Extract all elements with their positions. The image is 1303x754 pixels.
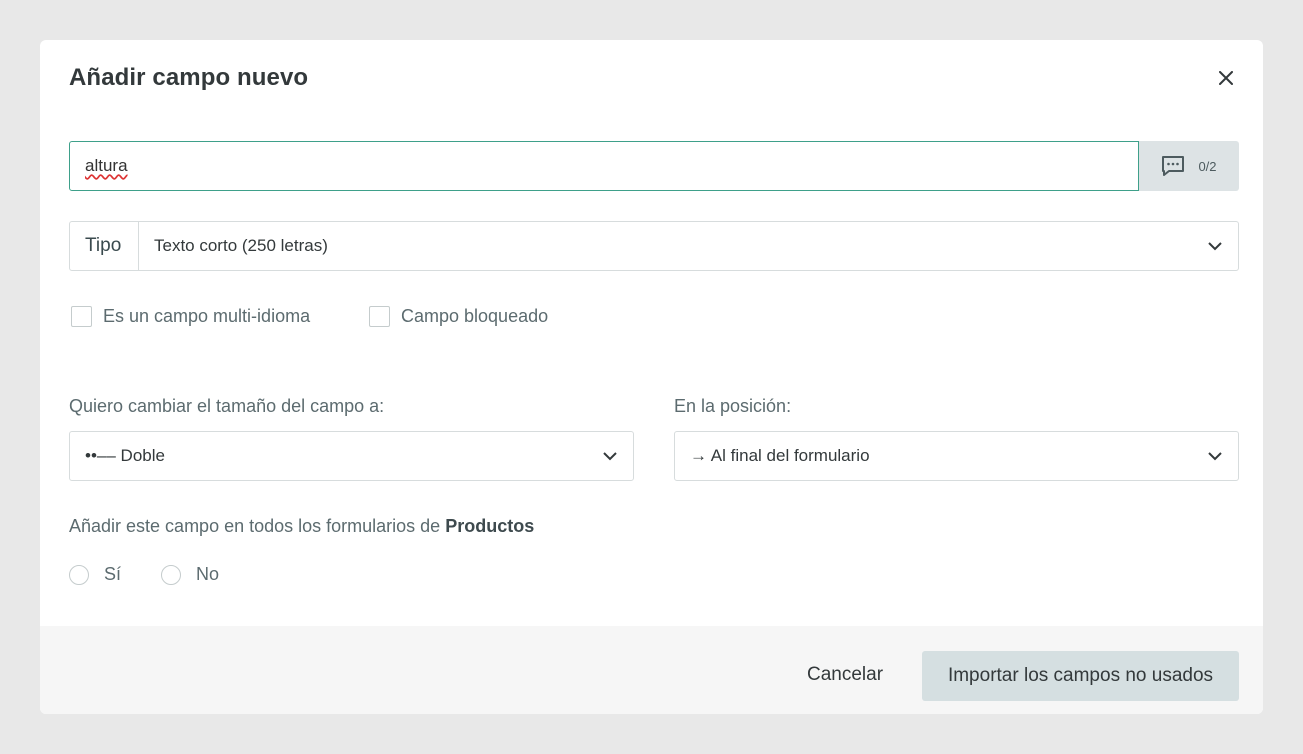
- type-label: Tipo: [70, 222, 139, 270]
- locked-label: Campo bloqueado: [401, 306, 549, 326]
- field-name-row: altura 0/2: [69, 141, 1239, 191]
- radio-no-group[interactable]: No: [161, 564, 219, 585]
- multilang-checkbox[interactable]: [71, 306, 92, 327]
- multilang-label: Es un campo multi-idioma: [103, 306, 311, 326]
- size-label: Quiero cambiar el tamaño del campo a:: [69, 396, 385, 416]
- field-name-input[interactable]: altura: [69, 141, 1139, 191]
- size-select[interactable]: ••–– Doble: [69, 431, 634, 481]
- all-forms-entity: Productos: [445, 516, 535, 536]
- translations-count: 0/2: [1198, 158, 1217, 174]
- close-button[interactable]: [1214, 66, 1238, 90]
- radio-yes-label: Sí: [104, 564, 122, 584]
- locked-checkbox-group[interactable]: Campo bloqueado: [369, 306, 548, 327]
- field-name-value: altura: [85, 156, 128, 175]
- type-select[interactable]: Tipo Texto corto (250 letras): [69, 221, 1239, 271]
- radio-no[interactable]: [161, 564, 181, 585]
- chevron-down-icon: [1208, 242, 1222, 251]
- cancel-button[interactable]: Cancelar: [807, 664, 883, 686]
- radio-yes-group[interactable]: Sí: [69, 564, 121, 585]
- chevron-down-icon: [1208, 452, 1222, 461]
- size-value: ••–– Doble: [85, 446, 165, 465]
- multilang-checkbox-group[interactable]: Es un campo multi-idioma: [71, 306, 310, 327]
- comment-icon: [1162, 156, 1185, 176]
- chevron-down-icon: [603, 452, 617, 461]
- position-select[interactable]: → Al final del formulario: [674, 431, 1239, 481]
- all-forms-text: Añadir este campo en todos los formulari…: [69, 516, 446, 536]
- type-value: Texto corto (250 letras): [154, 236, 328, 255]
- add-field-dialog: Añadir campo nuevo altura 0/2 Tipo Texto…: [40, 40, 1263, 714]
- import-unused-fields-button[interactable]: Importar los campos no usados: [922, 651, 1239, 701]
- close-icon: [1219, 71, 1233, 85]
- all-forms-question: Añadir este campo en todos los formulari…: [69, 516, 534, 537]
- position-value: → Al final del formulario: [690, 446, 870, 465]
- radio-no-label: No: [196, 564, 220, 584]
- dialog-title: Añadir campo nuevo: [69, 64, 309, 91]
- dialog-footer: Cancelar Importar los campos no usados: [40, 626, 1263, 714]
- radio-yes[interactable]: [69, 564, 89, 585]
- locked-checkbox[interactable]: [369, 306, 390, 327]
- translations-button[interactable]: 0/2: [1139, 141, 1239, 191]
- position-label: En la posición:: [674, 396, 792, 416]
